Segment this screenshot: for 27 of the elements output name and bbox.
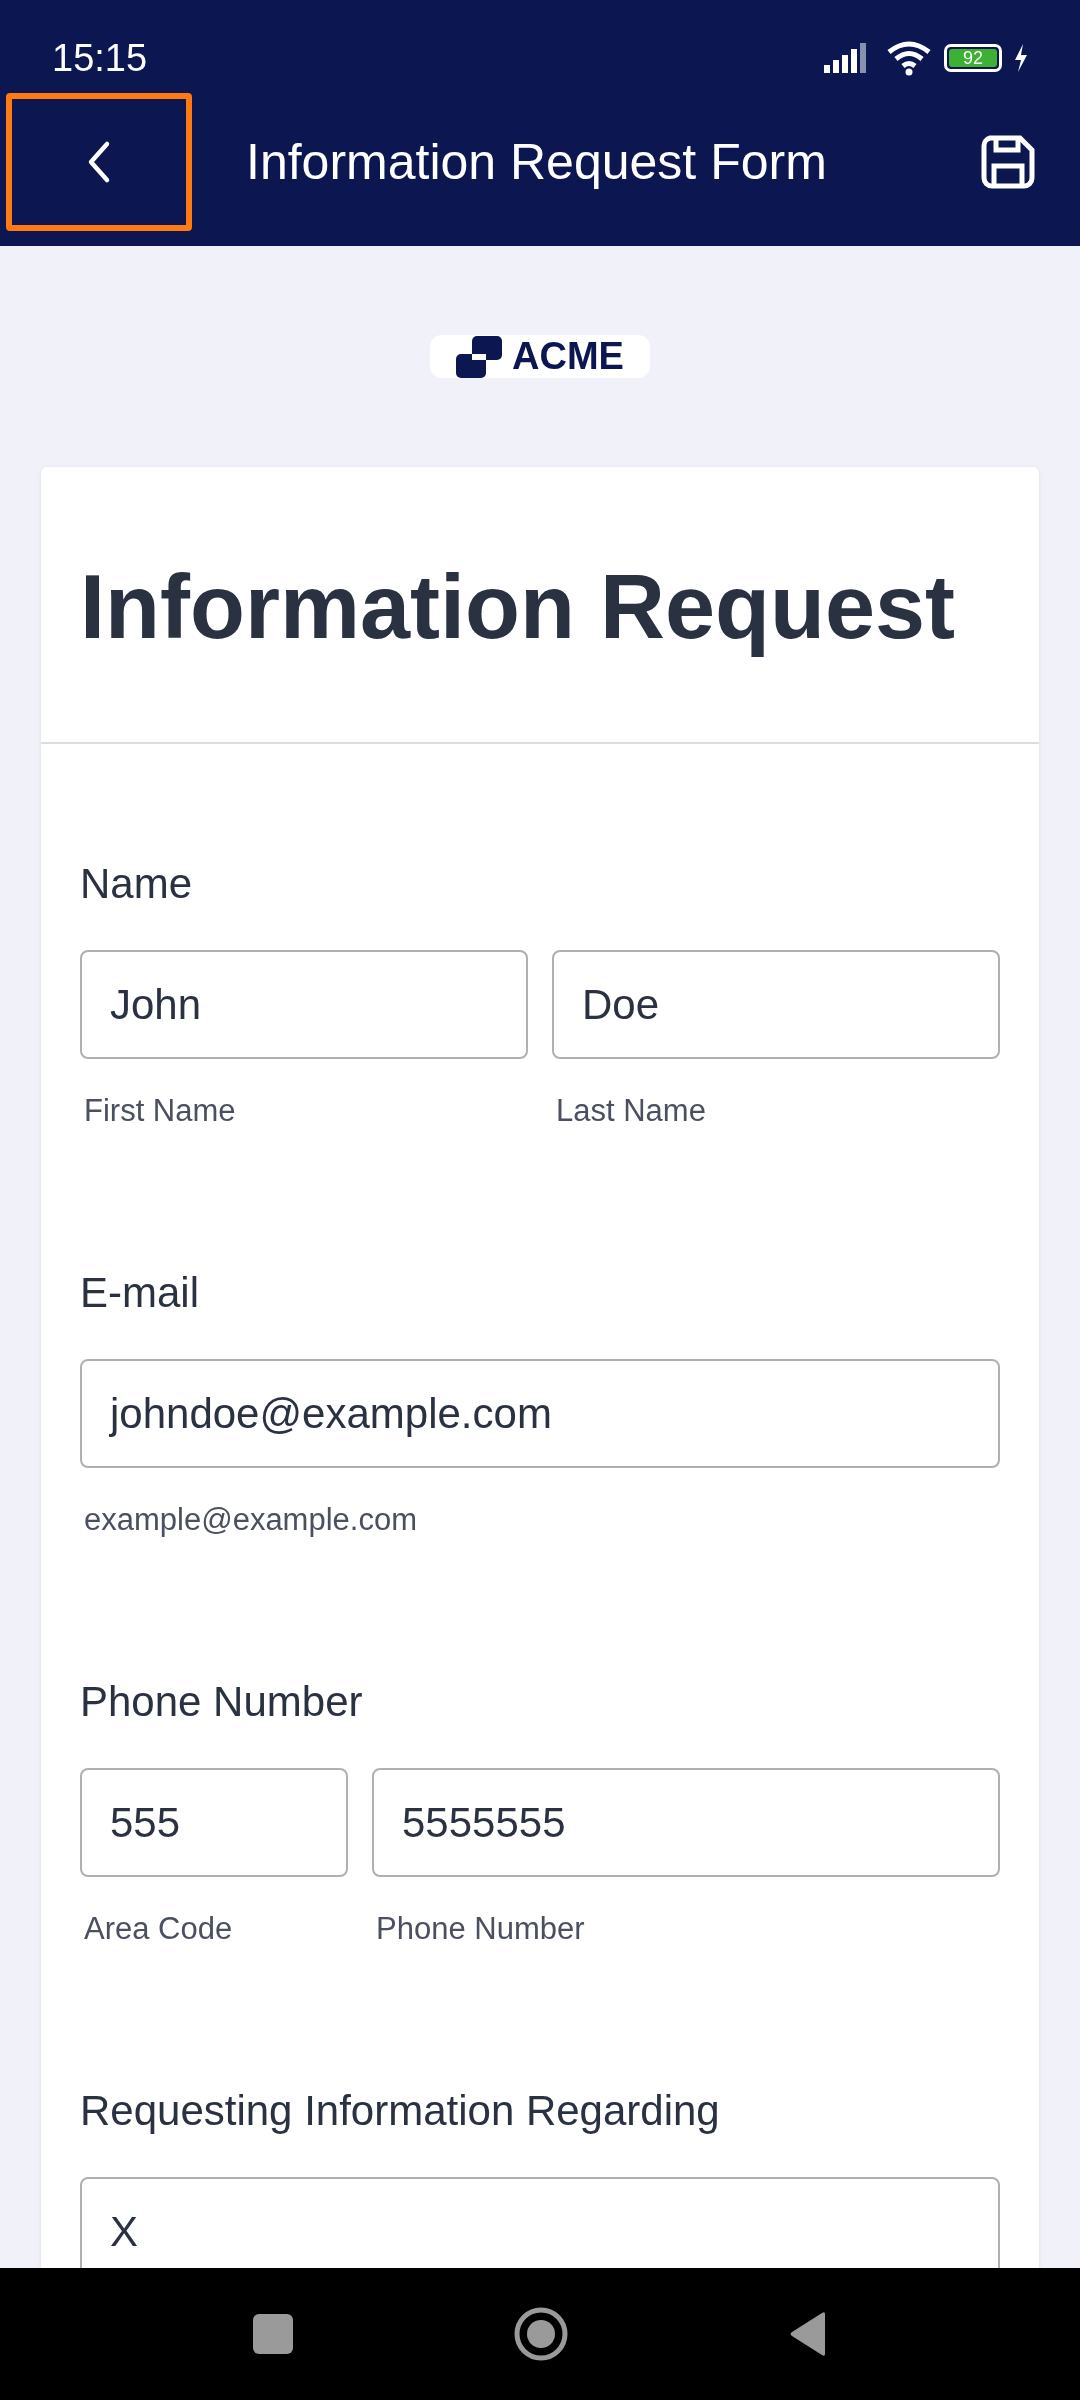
home-button[interactable] [513,2306,569,2362]
back-nav-button[interactable] [789,2311,827,2357]
field-label: Phone Number [80,1678,364,1726]
logo-icon [456,335,505,378]
field-label: Requesting Information Regarding [80,2087,721,2135]
field-sublabel: Phone Number [376,1911,586,1947]
back-icon [87,140,111,184]
status-time: 15:15 [52,38,148,78]
charging-icon [1014,44,1028,72]
field-label: E-mail [80,1269,200,1317]
input-field[interactable]: 5555555 [372,1768,1000,1877]
input-field[interactable]: John [80,950,528,1059]
field-sublabel: First Name [84,1093,237,1129]
input-field[interactable]: johndoe@example.com [80,1359,1000,1468]
wifi-icon [886,40,932,76]
input-field[interactable]: Doe [552,950,1000,1059]
back-button[interactable] [6,93,192,231]
field-sublabel: Area Code [84,1911,234,1947]
screen-title: Information Request Form [246,133,828,191]
form-title: Information Request [41,467,1039,744]
field-label: Name [80,860,194,908]
battery-icon: 92 [944,44,1002,72]
logo: ACME [430,335,650,378]
input-field[interactable]: 555 [80,1768,348,1877]
save-icon[interactable] [980,134,1036,190]
field-sublabel: Last Name [556,1093,707,1129]
field-sublabel: example@example.com [84,1502,418,1538]
